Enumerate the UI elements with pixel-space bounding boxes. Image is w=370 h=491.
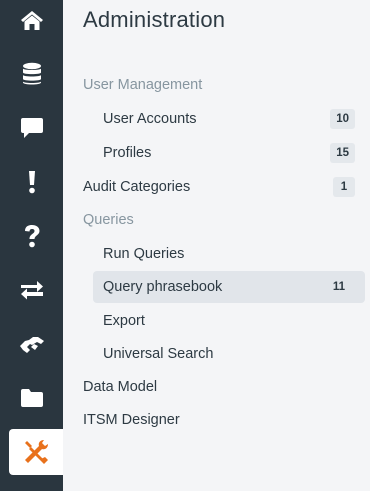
menu-item-audit-categories[interactable]: Audit Categories 1 xyxy=(83,174,355,200)
alerts-button[interactable] xyxy=(0,155,63,209)
chat-bubble-icon xyxy=(20,118,43,138)
menu-item-export[interactable]: Export xyxy=(93,308,355,334)
home-icon xyxy=(20,11,43,30)
administration-button[interactable] xyxy=(9,429,63,475)
menu-item-label: Export xyxy=(103,313,145,329)
section-user-management: User Management xyxy=(83,77,203,93)
count-badge: 11 xyxy=(332,281,345,293)
question-icon xyxy=(24,225,39,248)
menu-item-label: Query phrasebook xyxy=(103,279,223,295)
menu-item-profiles[interactable]: Profiles 15 xyxy=(93,140,355,166)
count-badge: 10 xyxy=(330,109,355,129)
menu-item-itsm-designer[interactable]: ITSM Designer xyxy=(83,407,355,433)
help-button[interactable] xyxy=(0,209,63,263)
menu-item-label: Universal Search xyxy=(103,346,214,362)
count-badge: 15 xyxy=(330,143,355,163)
partners-button[interactable] xyxy=(0,317,63,371)
menu-item-label: ITSM Designer xyxy=(83,412,180,428)
chat-button[interactable] xyxy=(0,101,63,155)
transfer-button[interactable] xyxy=(0,263,63,317)
exclamation-icon xyxy=(28,171,35,194)
menu-item-universal-search[interactable]: Universal Search xyxy=(93,341,355,367)
menu-item-run-queries[interactable]: Run Queries xyxy=(93,241,355,267)
home-button[interactable] xyxy=(0,0,63,47)
menu-item-user-accounts[interactable]: User Accounts 10 xyxy=(93,106,355,132)
icon-rail xyxy=(0,0,63,491)
admin-panel: Administration User Management User Acco… xyxy=(63,0,370,491)
menu-item-label: User Accounts xyxy=(103,111,197,127)
page-title: Administration xyxy=(83,7,226,32)
database-button[interactable] xyxy=(0,47,63,101)
section-queries: Queries xyxy=(83,212,134,228)
folder-button[interactable] xyxy=(0,371,63,425)
database-icon xyxy=(22,62,41,85)
count-badge: 1 xyxy=(333,177,355,197)
tools-icon xyxy=(25,440,48,464)
menu-item-label: Audit Categories xyxy=(83,179,191,195)
menu-item-data-model[interactable]: Data Model xyxy=(83,374,355,400)
menu-item-label: Run Queries xyxy=(103,246,185,262)
swap-arrows-icon xyxy=(20,281,43,300)
menu-item-query-phrasebook[interactable]: Query phrasebook 11 xyxy=(93,271,365,303)
menu-item-label: Data Model xyxy=(83,379,158,395)
folder-icon xyxy=(20,389,43,407)
handshake-icon xyxy=(19,337,44,353)
menu-item-label: Profiles xyxy=(103,145,152,161)
